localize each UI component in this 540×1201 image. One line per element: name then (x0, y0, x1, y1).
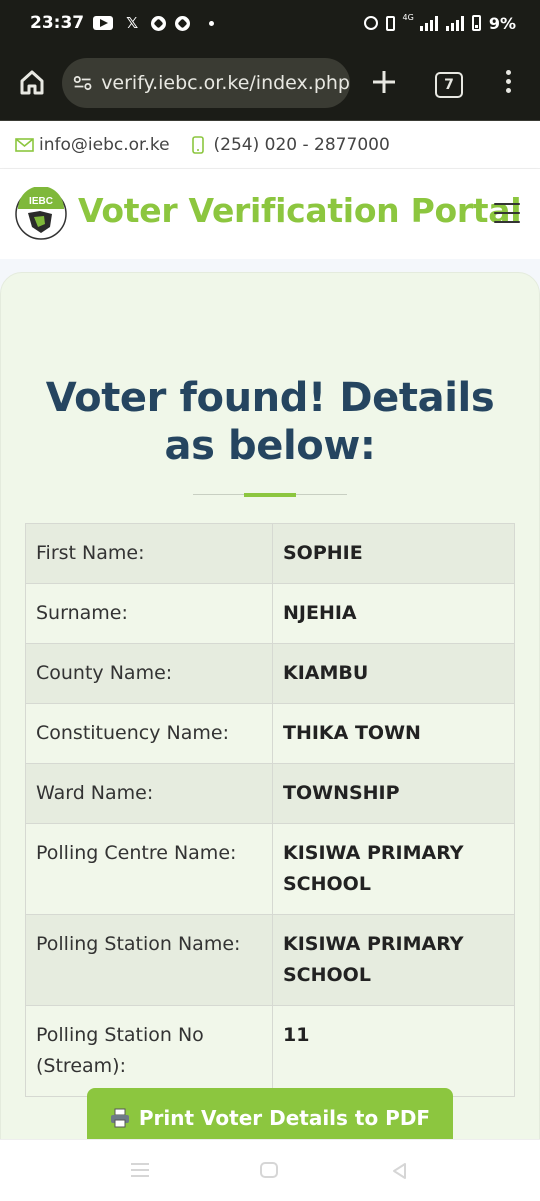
phone-contact[interactable]: (254) 020 - 2877000 (170, 135, 390, 155)
row-label: Polling Station No (Stream): (25, 1005, 273, 1097)
battery-percent: 9% (488, 13, 516, 33)
table-row: Polling Station Name: KISIWA PRIMARY SCH… (25, 914, 515, 1006)
phone-icon (191, 135, 204, 154)
row-label: Surname: (25, 583, 273, 644)
row-label: Polling Centre Name: (25, 823, 273, 915)
table-row: Surname: NJEHIA (25, 583, 515, 644)
result-heading: Voter found! Details as below: (45, 375, 495, 469)
row-label: First Name: (25, 523, 273, 584)
hamburger-line-icon (494, 203, 520, 205)
x-icon: 𝕏 (126, 14, 139, 32)
row-label: Constituency Name: (25, 703, 273, 764)
menu-dot-icon (505, 70, 511, 75)
menu-dot-icon (505, 88, 511, 93)
recent-apps-icon (131, 1163, 149, 1165)
recent-apps-icon (131, 1169, 149, 1171)
signal-icon (445, 15, 464, 31)
youtube-icon (93, 16, 114, 30)
signal-icon (419, 15, 438, 31)
voter-details-table: First Name: SOPHIE Surname: NJEHIA Count… (25, 523, 515, 1097)
new-tab-button[interactable] (370, 68, 398, 96)
url-text[interactable]: verify.iebc.or.ke/index.php (101, 72, 350, 94)
portal-title[interactable]: Voter Verification Portal (78, 191, 522, 230)
recent-apps-button[interactable] (131, 1163, 149, 1177)
browser-menu-button[interactable] (500, 70, 516, 96)
home-icon (20, 70, 44, 95)
table-row: Polling Station No (Stream): 11 (25, 1005, 515, 1097)
heading-divider-accent (244, 493, 296, 497)
battery-icon (471, 15, 481, 31)
recent-apps-icon (131, 1175, 149, 1177)
logo-text: IEBC (29, 196, 53, 207)
hamburger-line-icon (494, 212, 520, 214)
row-value: TOWNSHIP (272, 763, 515, 824)
row-value: NJEHIA (272, 583, 515, 644)
soccer-ball-icon (151, 15, 167, 31)
home-button[interactable] (16, 66, 48, 98)
mail-icon (15, 137, 34, 152)
hamburger-line-icon (494, 221, 520, 223)
row-label: County Name: (25, 643, 273, 704)
row-label: Polling Station Name: (25, 914, 273, 1006)
notification-dot-icon (209, 20, 215, 26)
email-text[interactable]: info@iebc.or.ke (39, 135, 170, 155)
tab-switcher-button[interactable]: 7 (435, 72, 463, 98)
hamburger-menu-button[interactable] (494, 203, 520, 223)
address-bar[interactable]: verify.iebc.or.ke/index.php (62, 58, 350, 108)
row-value: SOPHIE (272, 523, 515, 584)
email-contact[interactable]: info@iebc.or.ke (0, 135, 170, 155)
site-header: IEBC Voter Verification Portal (0, 169, 540, 259)
network-type-label: 4G (402, 12, 414, 22)
back-icon[interactable] (391, 1162, 407, 1180)
print-button-label: Print Voter Details to PDF (138, 1106, 431, 1130)
row-value: KISIWA PRIMARY SCHOOL (272, 914, 515, 1006)
table-row: First Name: SOPHIE (25, 523, 515, 584)
printer-icon (110, 1108, 129, 1128)
row-value: 11 (272, 1005, 515, 1097)
row-value: KIAMBU (272, 643, 515, 704)
alarm-icon (363, 16, 378, 30)
phone-text[interactable]: (254) 020 - 2877000 (214, 135, 390, 155)
contact-bar: info@iebc.or.ke (254) 020 - 2877000 (0, 121, 540, 169)
menu-dot-icon (505, 79, 511, 84)
status-time: 23:37 (30, 13, 85, 33)
soccer-ball-icon (175, 15, 191, 31)
plus-icon (373, 71, 395, 93)
row-label: Ward Name: (25, 763, 273, 824)
row-value: KISIWA PRIMARY SCHOOL (272, 823, 515, 915)
table-row: Constituency Name: THIKA TOWN (25, 703, 515, 764)
table-row: Polling Centre Name: KISIWA PRIMARY SCHO… (25, 823, 515, 915)
table-row: County Name: KIAMBU (25, 643, 515, 704)
row-value: THIKA TOWN (272, 703, 515, 764)
vibrate-icon (385, 15, 395, 31)
home-nav-button[interactable] (260, 1162, 278, 1178)
site-settings-icon[interactable] (72, 71, 93, 95)
system-nav-bar (0, 1139, 540, 1201)
browser-toolbar: verify.iebc.or.ke/index.php 7 (0, 46, 540, 121)
status-bar: 23:37 𝕏 4G 9% (0, 0, 540, 46)
table-row: Ward Name: TOWNSHIP (25, 763, 515, 824)
iebc-logo[interactable]: IEBC (14, 187, 68, 241)
